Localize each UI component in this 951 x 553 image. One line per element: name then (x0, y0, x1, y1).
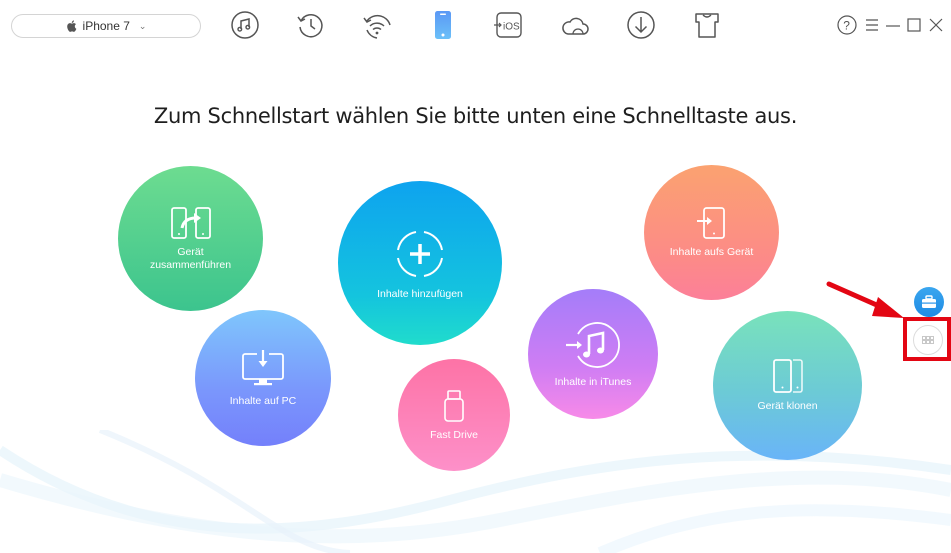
add-content-icon (392, 226, 448, 282)
svg-text:iOS: iOS (503, 22, 520, 33)
shortcut-label: Gerät klonen (757, 400, 818, 412)
music-icon[interactable] (230, 10, 260, 40)
shortcut-label: Gerät zusammenführen (149, 245, 232, 271)
tshirt-icon[interactable] (692, 10, 722, 40)
shortcut-label: Inhalte aufs Gerät (669, 246, 754, 258)
minimize-icon[interactable] (883, 14, 903, 36)
shortcut-label: Inhalte hinzufügen (377, 287, 463, 300)
to-device-icon (696, 206, 728, 240)
shortcut-label: Fast Drive (430, 428, 478, 441)
toolbox-button[interactable] (914, 287, 944, 317)
toolbar: iPhone 7 ⌄ iOS ? (0, 0, 951, 52)
history-icon[interactable] (296, 10, 326, 40)
phone-icon[interactable] (428, 10, 458, 40)
to-itunes-icon (564, 320, 622, 370)
toolbox-icon (922, 295, 936, 308)
shortcut-to-pc[interactable]: Inhalte auf PC (195, 310, 331, 446)
ios-mover-icon[interactable]: iOS (494, 10, 524, 40)
shortcut-label: Inhalte in iTunes (554, 375, 632, 388)
chevron-down-icon: ⌄ (138, 20, 147, 31)
shortcut-to-itunes[interactable]: Inhalte in iTunes (528, 289, 658, 419)
page-title: Zum Schnellstart wählen Sie bitte unten … (153, 104, 798, 128)
help-icon[interactable]: ? (836, 14, 858, 36)
close-icon[interactable] (926, 14, 946, 36)
shortcut-fast-drive[interactable]: Fast Drive (398, 359, 510, 471)
cloud-icon[interactable] (560, 10, 590, 40)
shortcut-label: Inhalte auf PC (229, 394, 297, 407)
wifi-restore-icon[interactable] (362, 10, 392, 40)
shortcut-add-content[interactable]: Inhalte hinzufügen (338, 181, 502, 345)
device-name: iPhone 7 (82, 19, 130, 33)
apple-icon (66, 20, 76, 32)
shortcut-clone-device[interactable]: Gerät klonen (713, 311, 862, 460)
clone-device-icon (772, 358, 804, 394)
maximize-icon[interactable] (904, 14, 924, 36)
device-selector[interactable]: iPhone 7 ⌄ (11, 14, 201, 38)
download-icon[interactable] (626, 10, 656, 40)
menu-icon[interactable] (862, 14, 882, 36)
to-pc-icon (240, 349, 286, 389)
usb-drive-icon (443, 389, 465, 423)
grid-icon (922, 336, 934, 344)
annotation-arrow-icon (826, 281, 904, 318)
more-shortcuts-button[interactable] (913, 325, 943, 355)
shortcut-merge-device[interactable]: Gerät zusammenführen (118, 166, 263, 311)
merge-devices-icon (170, 206, 212, 240)
svg-text:?: ? (843, 19, 850, 33)
shortcut-to-device[interactable]: Inhalte aufs Gerät (644, 165, 779, 300)
